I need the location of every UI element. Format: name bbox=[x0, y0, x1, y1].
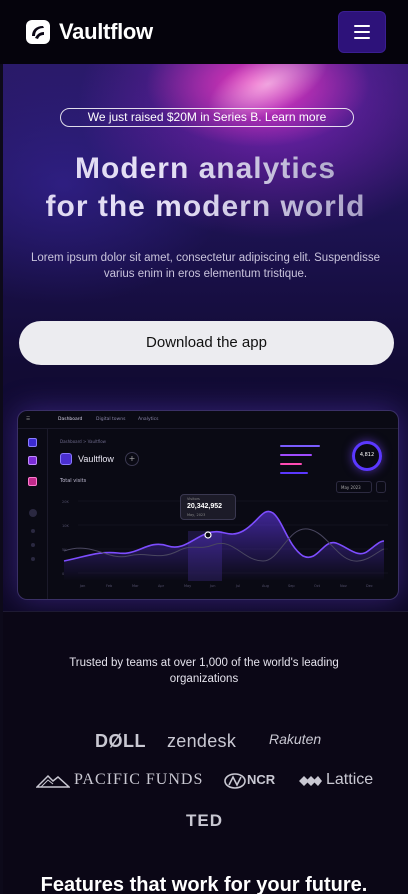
ncr-mark-icon bbox=[224, 773, 246, 789]
hamburger-menu-icon bbox=[354, 25, 370, 27]
ncr-logo: NCR bbox=[247, 772, 276, 787]
announcement-pill[interactable]: We just raised $20M in Series B. Learn m… bbox=[60, 108, 354, 127]
svg-text:Jul: Jul bbox=[235, 584, 240, 588]
hero-title: Modern analytics for the modern world bbox=[3, 150, 408, 226]
features-heading: Features that work for your future. bbox=[40, 874, 368, 894]
download-app-button[interactable]: Download the app bbox=[19, 321, 394, 365]
svg-text:Aug: Aug bbox=[262, 584, 269, 588]
svg-text:Jan: Jan bbox=[79, 584, 85, 588]
lattice-mark-icon bbox=[299, 776, 322, 786]
svg-text:Nov: Nov bbox=[340, 584, 347, 588]
lattice-logo: Lattice bbox=[326, 771, 374, 788]
section-divider bbox=[3, 611, 408, 612]
pacific-funds-mark-icon bbox=[36, 774, 70, 788]
tooltip-date: May, 2023 bbox=[187, 513, 206, 517]
tooltip-value: 20,342,952 bbox=[187, 503, 223, 510]
svg-text:Feb: Feb bbox=[106, 584, 113, 588]
vaultflow-logo-icon bbox=[26, 20, 50, 44]
svg-text:Apr: Apr bbox=[158, 584, 165, 588]
hero-title-line-2: for the modern world bbox=[45, 190, 366, 223]
brand-name: Vaultflow bbox=[59, 19, 153, 44]
svg-text:Sep: Sep bbox=[288, 584, 295, 588]
hero-title-line-1: Modern analytics bbox=[74, 152, 337, 185]
svg-text:May: May bbox=[184, 584, 191, 588]
dashboard-preview: ☰ Dashboard Digital towns Analytics Dash… bbox=[17, 410, 399, 600]
svg-text:20K: 20K bbox=[62, 500, 69, 504]
rakuten-logo: Rakuten bbox=[269, 731, 322, 747]
brand[interactable]: Vaultflow bbox=[26, 19, 153, 45]
menu-button[interactable] bbox=[338, 11, 386, 53]
trusted-by-text: Trusted by teams at over 1,000 of the wo… bbox=[69, 657, 339, 685]
svg-text:Oct: Oct bbox=[314, 584, 321, 588]
svg-text:10K: 10K bbox=[62, 524, 69, 528]
svg-text:0: 0 bbox=[62, 572, 64, 576]
chart-tooltip: Visitors 20,342,952 May, 2023 bbox=[180, 494, 236, 520]
svg-text:5K: 5K bbox=[62, 548, 67, 552]
dell-logo: DØLL bbox=[95, 731, 146, 751]
site-header: Vaultflow bbox=[0, 0, 408, 64]
pacific-funds-logo: PACIFIC FUNDS bbox=[74, 771, 204, 788]
svg-text:Jun: Jun bbox=[209, 584, 215, 588]
svg-text:Dec: Dec bbox=[366, 584, 373, 588]
tooltip-label: Visitors bbox=[187, 497, 200, 501]
zendesk-logo: zendesk bbox=[167, 731, 237, 751]
hero-section: We just raised $20M in Series B. Learn m… bbox=[3, 64, 408, 612]
ted-logo: TED bbox=[186, 811, 223, 830]
hero-subtitle: Lorem ipsum dolor sit amet, consectetur … bbox=[30, 252, 380, 280]
svg-text:Mar: Mar bbox=[132, 584, 139, 588]
landing-page: Vaultflow We just raised $20M in Series … bbox=[0, 0, 408, 894]
